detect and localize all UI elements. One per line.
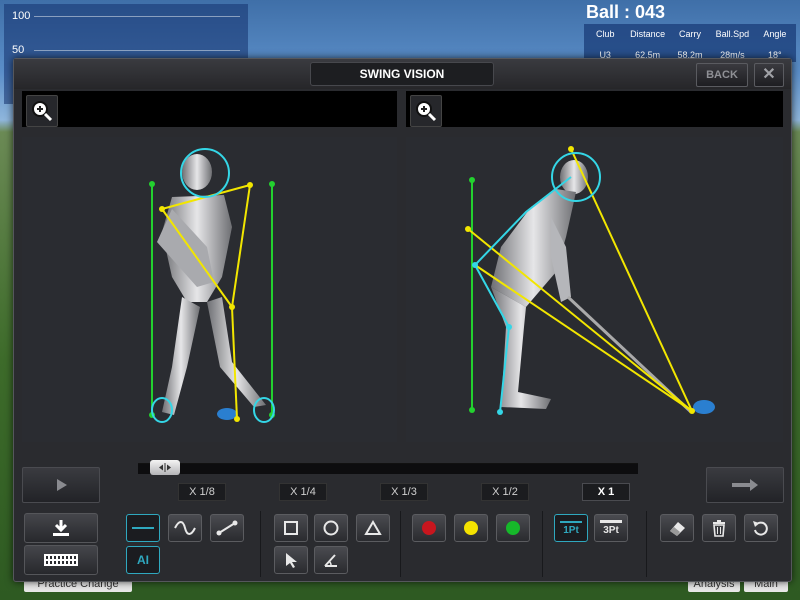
download-icon — [53, 520, 69, 536]
chart-tick-label: 50 — [12, 44, 25, 56]
three-point-label: 3Pt — [603, 525, 619, 536]
right-zoom-button[interactable] — [410, 95, 442, 127]
ai-tool-button[interactable]: AI — [126, 546, 160, 574]
play-button[interactable] — [22, 467, 100, 503]
swing-vision-dialog: SWING VISION BACK ✕ X 1/8 X 1/4 X 1/3 X … — [13, 58, 792, 582]
chart-gridline — [34, 50, 240, 51]
side-view-panel[interactable] — [406, 137, 783, 442]
back-button[interactable]: BACK — [696, 63, 748, 87]
yellow-color-button[interactable] — [454, 514, 488, 542]
arrow-right-icon — [732, 479, 758, 491]
speed-1-3-button[interactable]: X 1/3 — [380, 483, 428, 501]
one-point-line-button[interactable]: 1Pt — [554, 514, 588, 542]
rectangle-tool-button[interactable] — [274, 514, 308, 542]
speed-1-4-button[interactable]: X 1/4 — [279, 483, 327, 501]
stats-header: Angle — [763, 29, 787, 39]
line-weight-3-icon — [600, 520, 622, 523]
stats-header-row: Club Distance Carry Ball.Spd Angle — [584, 29, 796, 39]
chart-gridline — [34, 16, 240, 17]
triangle-tool-button[interactable] — [356, 514, 390, 542]
curve-tool-button[interactable] — [168, 514, 202, 542]
circle-icon — [323, 520, 339, 536]
shot-stats-table: Club Distance Carry Ball.Spd Angle U3 62… — [584, 24, 796, 62]
speed-1-2-button[interactable]: X 1/2 — [481, 483, 529, 501]
drag-handle-icon — [159, 463, 171, 472]
undo-icon — [753, 521, 768, 536]
timeline-track[interactable] — [138, 463, 638, 474]
speed-1x-button[interactable]: X 1 — [582, 483, 630, 501]
trash-icon — [713, 520, 725, 537]
chart-tick-label: 100 — [12, 10, 31, 22]
stats-header: Distance — [630, 29, 666, 39]
stats-header: Ball.Spd — [715, 29, 750, 39]
angle-icon — [324, 554, 337, 567]
delete-button[interactable] — [702, 514, 736, 542]
stats-header: Club — [595, 29, 615, 39]
front-view-panel[interactable] — [22, 137, 397, 442]
triangle-icon — [364, 520, 382, 535]
red-color-button[interactable] — [412, 514, 446, 542]
point-line-tool-button[interactable] — [210, 514, 244, 542]
ai-label: AI — [137, 553, 149, 567]
divider — [646, 511, 647, 577]
cursor-arrow-icon — [286, 553, 297, 568]
dialog-title: SWING VISION — [310, 62, 494, 86]
pointer-tool-button[interactable] — [274, 546, 308, 574]
play-icon — [57, 479, 67, 491]
close-button[interactable]: ✕ — [754, 63, 784, 87]
next-frame-button[interactable] — [706, 467, 784, 503]
left-view-toolbar — [22, 91, 397, 127]
angle-tool-button[interactable] — [314, 546, 348, 574]
circle-tool-button[interactable] — [314, 514, 348, 542]
line-weight-1-icon — [560, 520, 582, 523]
eraser-button[interactable] — [660, 514, 694, 542]
right-view-toolbar — [406, 91, 783, 127]
yellow-color-swatch — [464, 521, 478, 535]
download-button[interactable] — [24, 513, 98, 543]
zoom-in-icon — [32, 101, 53, 122]
straight-line-icon — [132, 527, 154, 529]
front-golfer-figure — [149, 148, 275, 423]
divider — [260, 511, 261, 577]
zoom-in-icon — [416, 101, 437, 122]
timeline-slider-handle[interactable] — [150, 460, 180, 475]
red-color-swatch — [422, 521, 436, 535]
stats-header: Carry — [679, 29, 702, 39]
ball-count: Ball : 043 — [586, 2, 666, 22]
divider — [542, 511, 543, 577]
line-tool-button[interactable] — [126, 514, 160, 542]
divider — [400, 511, 401, 577]
title-bar: SWING VISION BACK ✕ — [14, 59, 791, 89]
film-strip-icon — [44, 554, 78, 566]
three-point-line-button[interactable]: 3Pt — [594, 514, 628, 542]
point-line-icon — [216, 520, 238, 536]
curve-line-icon — [174, 521, 196, 535]
undo-button[interactable] — [744, 514, 778, 542]
side-golfer-figure — [465, 146, 715, 415]
green-color-swatch — [506, 521, 520, 535]
film-strip-button[interactable] — [24, 545, 98, 575]
square-icon — [284, 521, 298, 535]
green-color-button[interactable] — [496, 514, 530, 542]
one-point-label: 1Pt — [563, 524, 579, 536]
speed-1-8-button[interactable]: X 1/8 — [178, 483, 226, 501]
left-zoom-button[interactable] — [26, 95, 58, 127]
eraser-icon — [670, 522, 685, 536]
